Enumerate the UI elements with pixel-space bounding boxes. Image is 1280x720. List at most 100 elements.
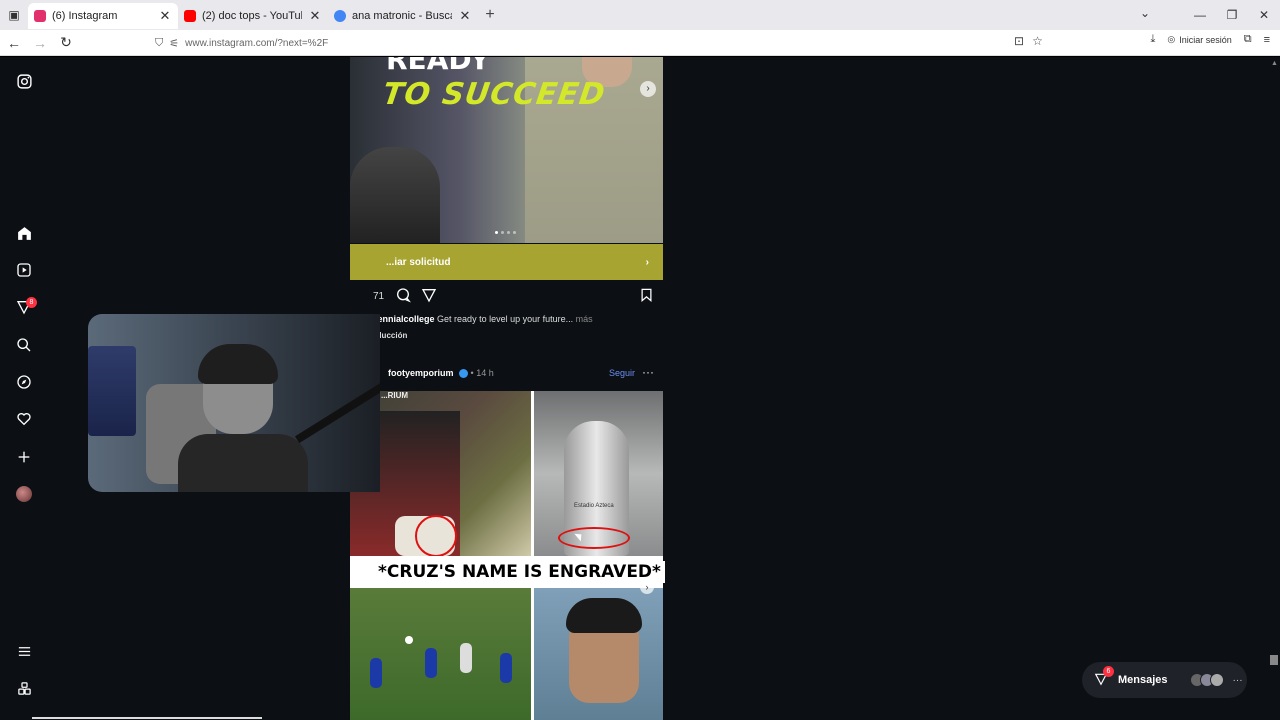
close-tab-icon[interactable]: ✕ xyxy=(458,8,472,24)
downloads-icon[interactable]: ⤓ xyxy=(1150,33,1155,46)
photo-trophy: Estadio Azteca xyxy=(534,391,663,556)
carousel-dots xyxy=(495,231,516,234)
close-tab-icon[interactable]: ✕ xyxy=(158,8,172,24)
page-scrollbar[interactable]: ▲ xyxy=(1268,57,1280,720)
app-menu-icon[interactable]: ≡ xyxy=(1264,34,1270,46)
notification-badge: 8 xyxy=(26,297,37,308)
tab-label: (6) Instagram xyxy=(52,10,118,22)
new-tab-button[interactable]: + xyxy=(478,6,502,24)
instagram-favicon-icon xyxy=(34,10,46,22)
back-icon[interactable]: ← xyxy=(2,35,26,51)
messages-avatars xyxy=(1189,673,1224,687)
webcam-overlay xyxy=(88,314,380,492)
home-icon[interactable] xyxy=(12,221,36,245)
save-icon[interactable] xyxy=(639,287,654,307)
browser-nav-bar: ← → ↻ ⛉ ⚟ www.instagram.com/?next=%2F ⊡ … xyxy=(0,30,1280,56)
messages-label: Mensajes xyxy=(1118,674,1168,686)
menu-icon[interactable] xyxy=(12,639,36,663)
cta-label: ...iar solicitud xyxy=(386,256,451,268)
tab-google[interactable]: ana matronic - Buscar con Google ✕ xyxy=(328,3,478,29)
tab-label: (2) doc tops - YouTube xyxy=(202,10,302,22)
photo-player-kiss xyxy=(534,588,663,720)
tab-overview-icon[interactable]: ▣ xyxy=(0,0,28,30)
extensions-icon[interactable]: ⧉ xyxy=(1244,33,1252,46)
messages-button[interactable]: 6 Mensajes ··· xyxy=(1082,662,1247,698)
instagram-logo-icon[interactable] xyxy=(12,69,36,93)
comment-icon[interactable] xyxy=(395,287,411,307)
shield-icon[interactable]: ⛉ xyxy=(155,37,163,50)
search-icon[interactable] xyxy=(12,333,36,357)
google-favicon-icon xyxy=(334,10,346,22)
restore-button[interactable]: ❐ xyxy=(1216,8,1248,22)
progress-bar xyxy=(32,717,262,719)
profile-avatar[interactable] xyxy=(16,486,32,502)
messages-icon: 6 xyxy=(1094,665,1114,689)
starry-mug xyxy=(88,346,136,436)
avatar xyxy=(1209,673,1224,687)
highlight-circle xyxy=(558,527,630,549)
browser-tab-bar: ▣ (6) Instagram ✕ (2) doc tops - YouTube… xyxy=(0,0,1280,30)
verified-badge-icon xyxy=(459,369,469,379)
post-options-icon[interactable]: ··· xyxy=(642,365,654,379)
player-hair xyxy=(566,598,642,633)
create-icon[interactable] xyxy=(12,445,36,469)
tab-youtube[interactable]: (2) doc tops - YouTube ✕ xyxy=(178,3,328,29)
reels-icon[interactable] xyxy=(12,258,36,282)
forward-icon[interactable]: → xyxy=(28,35,52,51)
instagram-sidebar: 8 xyxy=(0,57,48,720)
install-app-icon[interactable]: ⊡ xyxy=(1014,34,1024,48)
share-icon[interactable] xyxy=(421,287,437,307)
carousel-next-icon[interactable]: › xyxy=(640,81,656,97)
tab-label: ana matronic - Buscar con Google xyxy=(352,10,452,22)
player-blue xyxy=(425,648,437,678)
follow-button[interactable]: Seguir xyxy=(609,368,635,378)
football xyxy=(405,636,413,644)
post-slogan: TO SUCCEED xyxy=(380,77,608,112)
tab-instagram[interactable]: (6) Instagram ✕ xyxy=(28,3,178,29)
signin-button[interactable]: ◎ Iniciar sesión xyxy=(1167,34,1231,45)
tab-list-chevron-icon[interactable]: ⌄ xyxy=(1140,6,1150,20)
address-bar[interactable]: ⛉ ⚟ www.instagram.com/?next=%2F xyxy=(155,33,1055,53)
post-time: • 14 h xyxy=(470,368,494,378)
toolbar-right: ⤓ ◎ Iniciar sesión ⧉ ≡ xyxy=(1150,33,1270,46)
also-from-meta-icon[interactable] xyxy=(12,676,36,700)
trophy-engraving-text: Estadio Azteca xyxy=(574,503,614,509)
url-text[interactable]: www.instagram.com/?next=%2F xyxy=(185,38,328,49)
player-blue xyxy=(370,658,382,688)
heart-icon[interactable] xyxy=(12,407,36,431)
address-bar-actions: ⊡ ☆ xyxy=(1014,34,1043,48)
microphone-arm xyxy=(294,372,380,444)
instagram-page: 8 READY TO SUCCEED › ...iar solicitud › … xyxy=(0,57,1280,720)
site-info-icon[interactable]: ⚟ xyxy=(169,37,179,50)
likes-count[interactable]: 71 xyxy=(373,291,384,302)
feed: READY TO SUCCEED › ...iar solicitud › 71… xyxy=(350,57,665,720)
account-icon: ◎ xyxy=(1167,34,1176,44)
minimize-button[interactable]: — xyxy=(1184,8,1216,22)
carousel-next-icon[interactable]: › xyxy=(640,580,654,594)
post-image[interactable]: READY TO SUCCEED › xyxy=(350,57,663,243)
post-headline: READY xyxy=(386,57,490,76)
highlight-circle xyxy=(415,515,457,556)
post-author[interactable]: footyemporium • 14 h xyxy=(388,368,494,379)
caption-more-link[interactable]: más xyxy=(576,314,593,324)
close-tab-icon[interactable]: ✕ xyxy=(308,8,322,24)
post-caption: ...ennialcollege Get ready to level up y… xyxy=(370,314,593,324)
close-window-button[interactable]: ✕ xyxy=(1248,8,1280,22)
reload-icon[interactable]: ↻ xyxy=(54,34,78,51)
more-icon: ··· xyxy=(1232,674,1243,686)
post-actions xyxy=(350,287,663,307)
photo-match xyxy=(350,588,531,720)
scroll-thumb[interactable] xyxy=(1270,655,1278,665)
player-blue xyxy=(500,653,512,683)
post-username[interactable]: footyemporium xyxy=(388,368,454,378)
signin-label: Iniciar sesión xyxy=(1179,34,1232,45)
cta-button[interactable]: ...iar solicitud › xyxy=(350,244,663,280)
explore-icon[interactable] xyxy=(12,370,36,394)
post-image-grid[interactable]: ...TY ...RIUM Estadio Azteca *CRUZ'S NAM… xyxy=(350,391,665,720)
background-person xyxy=(350,147,440,243)
person-torso xyxy=(178,434,308,492)
image-banner-text: *CRUZ'S NAME IS ENGRAVED* xyxy=(374,561,665,583)
person-hair xyxy=(198,344,278,384)
bookmark-star-icon[interactable]: ☆ xyxy=(1032,34,1043,48)
scroll-up-icon[interactable]: ▲ xyxy=(1271,60,1278,67)
